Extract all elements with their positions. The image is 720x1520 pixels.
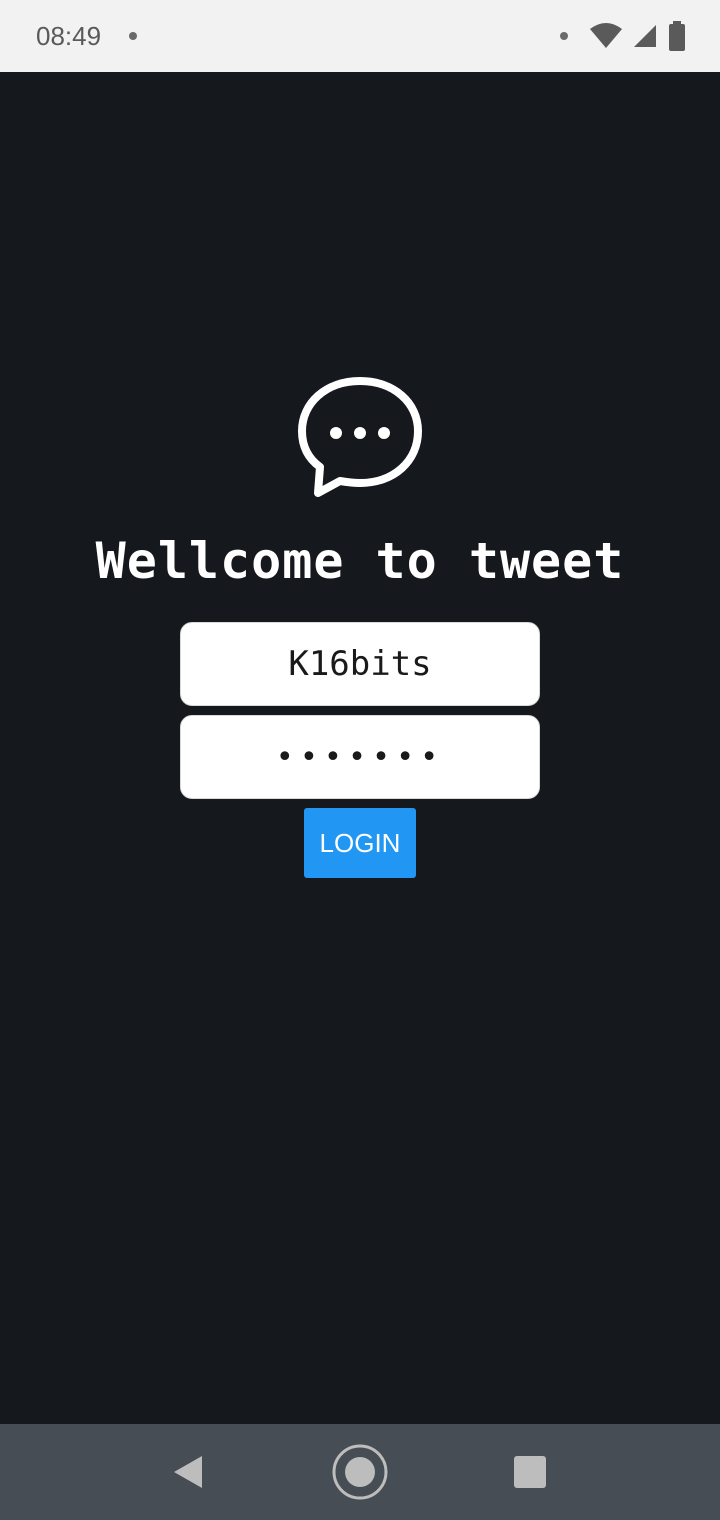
- recent-apps-icon[interactable]: [514, 1456, 546, 1488]
- status-icons: [560, 0, 686, 72]
- battery-icon: [669, 21, 685, 51]
- back-icon[interactable]: [172, 1454, 204, 1490]
- login-screen: Wellcome to tweet K16bits ••••••• LOGIN: [0, 72, 720, 1424]
- status-bar: 08:49: [0, 0, 720, 72]
- login-button[interactable]: LOGIN: [304, 808, 416, 878]
- password-input[interactable]: •••••••: [180, 715, 540, 799]
- chat-bubble-icon: [298, 377, 422, 497]
- notification-dot-icon: [129, 32, 138, 40]
- signal-icon: [634, 25, 656, 47]
- welcome-title: Wellcome to tweet: [95, 532, 625, 590]
- wifi-icon: [590, 23, 622, 48]
- navigation-bar: [0, 1424, 720, 1520]
- home-icon[interactable]: [330, 1442, 390, 1502]
- status-dot-icon: [560, 32, 568, 40]
- username-input[interactable]: K16bits: [180, 622, 540, 706]
- status-time: 08:49: [36, 20, 102, 51]
